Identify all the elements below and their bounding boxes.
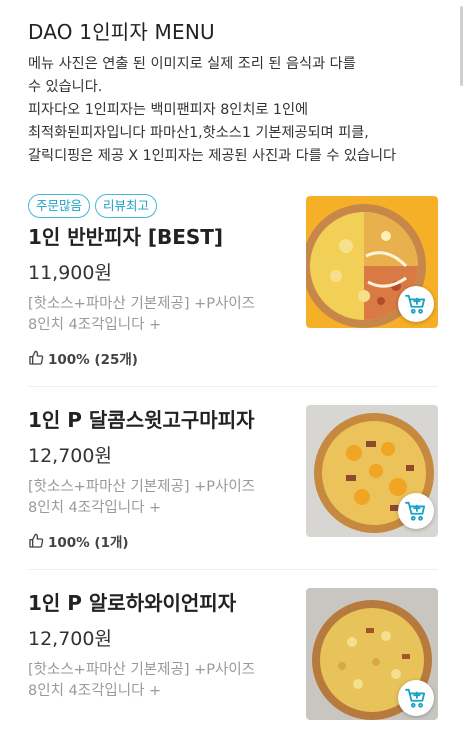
menu-item-price: 12,700원 (28, 628, 112, 650)
badge-group: 주문많음 리뷰최고 (28, 194, 290, 218)
menu-item[interactable]: 주문많음 리뷰최고 1인 반반피자 [BEST] 11,900원 [핫소스+파마… (28, 188, 438, 387)
cart-plus-icon (405, 501, 426, 521)
cart-plus-icon (405, 688, 426, 708)
menu-item-price: 12,700원 (28, 445, 112, 467)
rating-text: 100% (25개) (48, 352, 138, 368)
menu-item-name: 1인 P 달콤스윗고구마피자 (28, 408, 255, 432)
menu-item-info: 1인 P 달콤스윗고구마피자 12,700원 [핫소스+파마산 기본제공] +P… (28, 405, 290, 551)
menu-item-info: 1인 P 알로하와이언피자 12,700원 [핫소스+파마산 기본제공] +P사… (28, 588, 290, 702)
menu-item-info: 주문많음 리뷰최고 1인 반반피자 [BEST] 11,900원 [핫소스+파마… (28, 188, 290, 368)
menu-title: DAO 1인피자 MENU (28, 20, 215, 44)
pizza-half-and-half-image[interactable] (306, 196, 438, 328)
menu-item-name: 1인 P 알로하와이언피자 (28, 591, 237, 615)
menu-item-rating: 100% (25개) (28, 348, 290, 368)
pizza-hawaiian-image[interactable] (306, 588, 438, 720)
pizza-sweet-potato-image[interactable] (306, 405, 438, 537)
menu-item-rating: 100% (1개) (28, 531, 290, 551)
badge-popular: 주문많음 (28, 194, 91, 218)
add-to-cart-button[interactable] (398, 286, 434, 322)
menu-item-description: [핫소스+파마산 기본제공] +P사이즈 8인치 4조각입니다 + (28, 296, 255, 333)
menu-item[interactable]: 1인 P 알로하와이언피자 12,700원 [핫소스+파마산 기본제공] +P사… (28, 570, 438, 730)
menu-description: 메뉴 사진은 연출 된 이미지로 실제 조리 된 음식과 다를 수 있습니다. … (28, 56, 397, 164)
cart-plus-icon (405, 294, 426, 314)
menu-item-name: 1인 반반피자 [BEST] (28, 225, 224, 249)
menu-item-description: [핫소스+파마산 기본제공] +P사이즈 8인치 4조각입니다 + (28, 662, 255, 699)
menu-item-description: [핫소스+파마산 기본제공] +P사이즈 8인치 4조각입니다 + (28, 479, 255, 516)
menu-item[interactable]: 1인 P 달콤스윗고구마피자 12,700원 [핫소스+파마산 기본제공] +P… (28, 387, 438, 570)
thumbs-up-icon (29, 533, 44, 548)
scrollbar[interactable] (460, 6, 463, 86)
add-to-cart-button[interactable] (398, 680, 434, 716)
add-to-cart-button[interactable] (398, 493, 434, 529)
menu-header: DAO 1인피자 MENU 메뉴 사진은 연출 된 이미지로 실제 조리 된 음… (0, 0, 466, 168)
rating-text: 100% (1개) (48, 535, 129, 551)
thumbs-up-icon (29, 350, 44, 365)
menu-item-price: 11,900원 (28, 262, 112, 284)
badge-best-review: 리뷰최고 (95, 194, 158, 218)
